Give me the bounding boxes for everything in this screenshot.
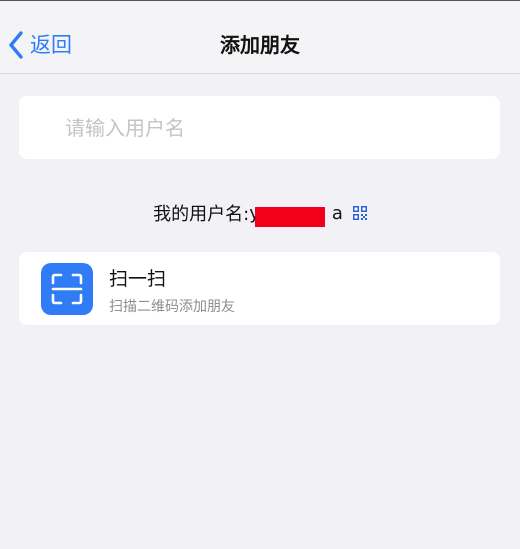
my-username-row: 我的用户名: ya: [0, 196, 520, 230]
username-visible-suffix: a: [331, 202, 343, 224]
my-username-label: 我的用户名:: [153, 204, 250, 225]
scan-subtitle: 扫描二维码添加朋友: [109, 299, 235, 315]
my-username-value: ya: [249, 202, 343, 227]
scan-icon: [41, 263, 93, 315]
page-title: 添加朋友: [220, 33, 300, 57]
navigation-bar: 返回 添加朋友: [0, 1, 520, 74]
scan-qr-card[interactable]: 扫一扫 扫描二维码添加朋友: [19, 252, 500, 325]
search-box[interactable]: [19, 96, 500, 159]
username-search-input[interactable]: [65, 110, 485, 146]
scan-title: 扫一扫: [109, 268, 167, 290]
redaction-bar: [255, 206, 326, 227]
qr-code-icon[interactable]: [352, 206, 367, 220]
